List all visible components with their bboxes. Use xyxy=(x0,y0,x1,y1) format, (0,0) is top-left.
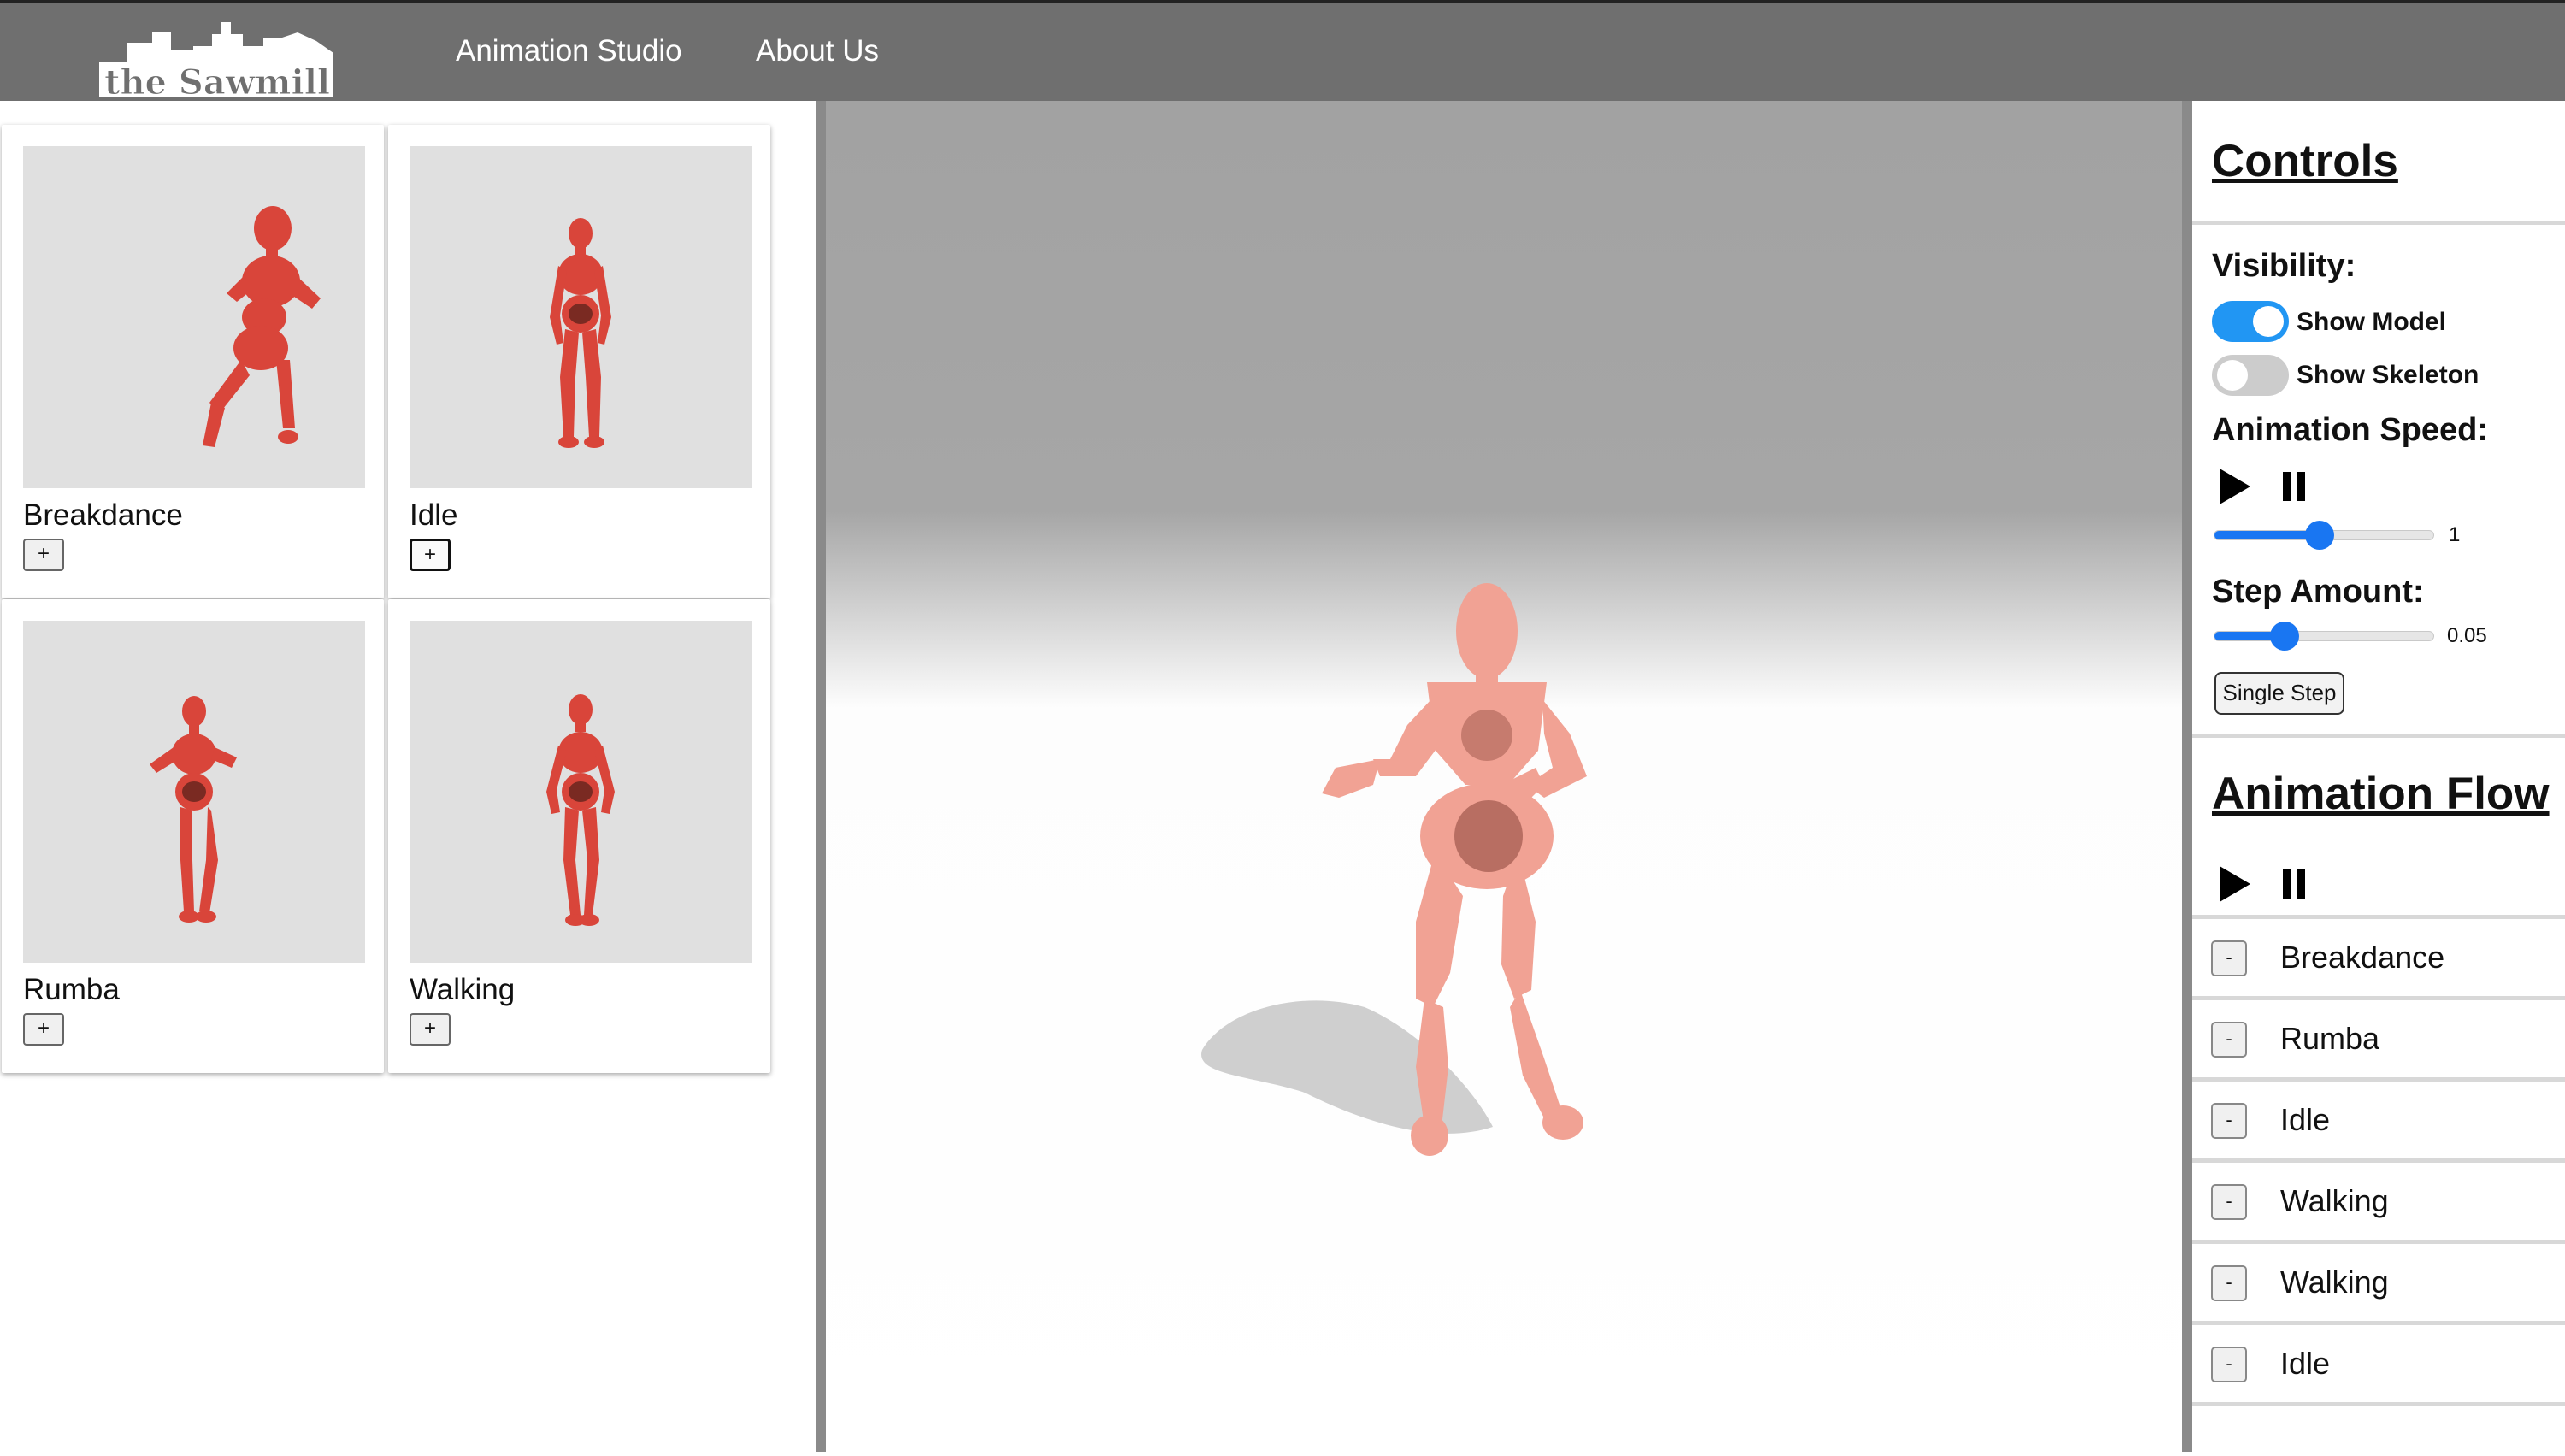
animation-speed-slider[interactable] xyxy=(2214,521,2434,550)
add-to-flow-button[interactable]: + xyxy=(410,1013,451,1046)
animation-card-rumba: Rumba + xyxy=(2,599,384,1073)
flow-pause-icon[interactable] xyxy=(2281,868,2307,900)
controls-panel: Controls Visibility: Show Model Show Ske… xyxy=(2192,101,2565,1452)
3d-viewport[interactable] xyxy=(826,101,2182,1452)
animation-card-name: Breakdance xyxy=(23,498,183,532)
remove-from-flow-button[interactable]: - xyxy=(2211,1347,2247,1382)
nav-about-us[interactable]: About Us xyxy=(756,34,879,68)
visibility-label: Visibility: xyxy=(2212,248,2356,284)
show-model-label: Show Model xyxy=(2297,308,2446,336)
remove-from-flow-button[interactable]: - xyxy=(2211,1184,2247,1220)
remove-from-flow-button[interactable]: - xyxy=(2211,1103,2247,1139)
top-nav-bar: the Sawmill Animation Studio About Us xyxy=(0,0,2565,101)
toggle-knob xyxy=(2253,306,2284,337)
animation-card-name: Idle xyxy=(410,498,458,532)
add-to-flow-button[interactable]: + xyxy=(410,539,451,571)
flow-item-name: Walking xyxy=(2280,1183,2389,1218)
animation-card-idle: Idle + xyxy=(388,125,770,598)
animation-card-name: Rumba xyxy=(23,973,120,1006)
idle-model-image xyxy=(550,218,611,448)
animation-card-walking: Walking + xyxy=(388,599,770,1073)
slider-thumb[interactable] xyxy=(2304,521,2334,550)
toggle-knob xyxy=(2217,360,2248,391)
animation-speed-label: Animation Speed: xyxy=(2212,412,2489,448)
step-amount-slider[interactable] xyxy=(2214,622,2434,651)
flow-item-name: Rumba xyxy=(2280,1021,2380,1056)
animation-card-breakdance: Breakdance + xyxy=(2,125,384,598)
flow-play-icon[interactable] xyxy=(2218,864,2252,904)
animation-library-panel: Breakdance + Idle + Rumba + Walking + xyxy=(0,101,817,1452)
show-model-toggle[interactable] xyxy=(2212,301,2289,342)
flow-item: - Breakdance xyxy=(2192,919,2565,1000)
pause-icon[interactable] xyxy=(2281,470,2307,503)
remove-from-flow-button[interactable]: - xyxy=(2211,940,2247,976)
flow-item: - Walking xyxy=(2192,1244,2565,1325)
show-skeleton-label: Show Skeleton xyxy=(2297,361,2480,389)
animation-thumbnail xyxy=(410,146,752,488)
flow-item-name: Idle xyxy=(2280,1346,2331,1381)
remove-from-flow-button[interactable]: - xyxy=(2211,1265,2247,1301)
step-amount-label: Step Amount: xyxy=(2212,574,2424,610)
animation-speed-value: 1 xyxy=(2449,523,2461,546)
flow-item: - Idle xyxy=(2192,1325,2565,1406)
divider xyxy=(2192,734,2565,738)
divider xyxy=(2192,221,2565,225)
animation-card-name: Walking xyxy=(410,973,516,1006)
animation-thumbnail xyxy=(23,146,365,488)
animation-thumbnail xyxy=(23,621,365,963)
step-amount-value: 0.05 xyxy=(2447,624,2487,647)
sawmill-logo[interactable]: the Sawmill xyxy=(92,12,340,97)
walking-model-image xyxy=(546,694,615,926)
slider-thumb[interactable] xyxy=(2269,622,2299,651)
flow-item: - Walking xyxy=(2192,1163,2565,1244)
flow-item: - Rumba xyxy=(2192,1000,2565,1082)
controls-title: Controls xyxy=(2212,136,2398,186)
nav-animation-studio[interactable]: Animation Studio xyxy=(456,34,682,68)
breakdance-model-image xyxy=(203,206,321,447)
add-to-flow-button[interactable]: + xyxy=(23,1013,64,1046)
play-icon[interactable] xyxy=(2218,467,2252,506)
animation-thumbnail xyxy=(410,621,752,963)
flow-item: - Idle xyxy=(2192,1082,2565,1163)
left-splitter[interactable] xyxy=(816,101,826,1452)
svg-text:the Sawmill: the Sawmill xyxy=(104,62,330,97)
slider-fill xyxy=(2214,531,2320,539)
add-to-flow-button[interactable]: + xyxy=(23,539,64,571)
animation-flow-title: Animation Flow xyxy=(2212,769,2550,819)
rumba-model-image xyxy=(150,696,237,923)
flow-item-name: Walking xyxy=(2280,1264,2389,1300)
single-step-button[interactable]: Single Step xyxy=(2214,672,2344,715)
show-skeleton-toggle[interactable] xyxy=(2212,355,2289,396)
flow-item-name: Breakdance xyxy=(2280,940,2445,975)
right-splitter[interactable] xyxy=(2182,101,2192,1452)
remove-from-flow-button[interactable]: - xyxy=(2211,1022,2247,1058)
character-model-render xyxy=(1201,583,1587,1156)
flow-item-name: Idle xyxy=(2280,1102,2331,1137)
